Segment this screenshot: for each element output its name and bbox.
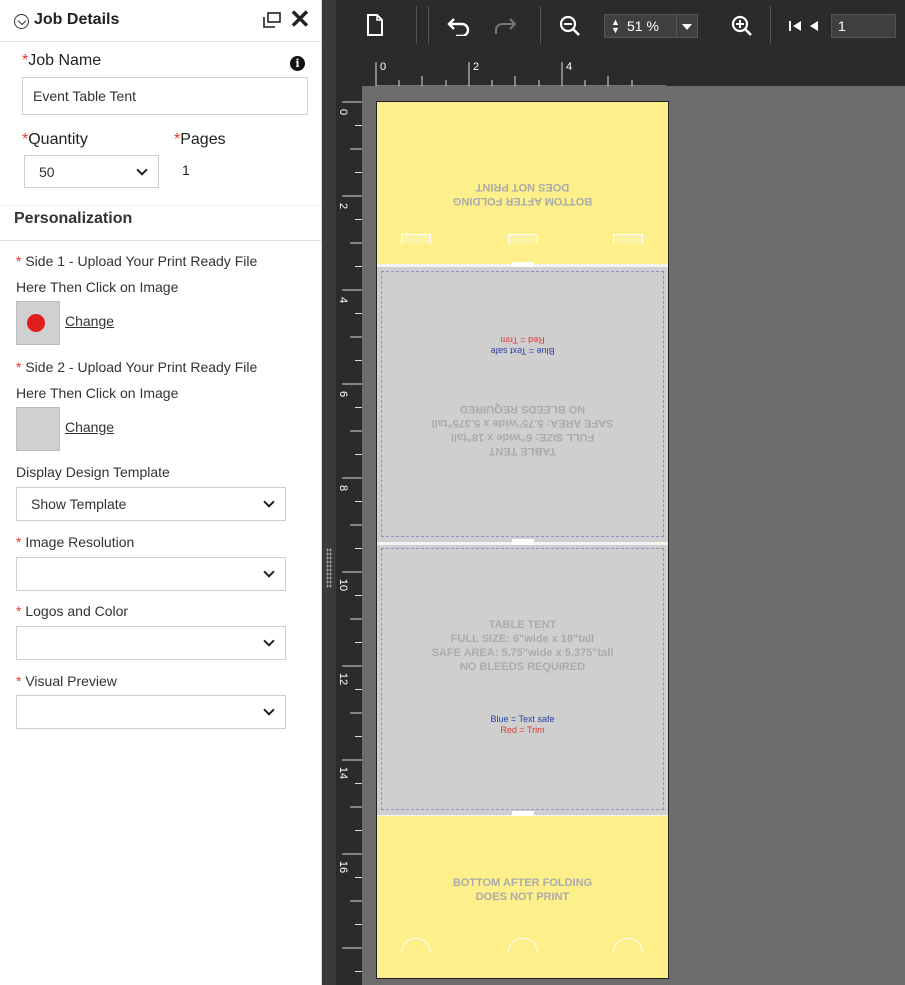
side1-change-link[interactable]: Change [65, 313, 114, 329]
info-icon[interactable]: i [290, 56, 305, 71]
ruler-label: 10 [337, 578, 350, 592]
vertical-ruler: 0 2 4 6 8 10 12 14 16 [336, 86, 362, 985]
divider [428, 6, 429, 44]
quantity-label: *Quantity [22, 131, 88, 148]
pages-label: *Pages [174, 131, 226, 148]
chevron-down-icon [136, 163, 148, 176]
side1-image-thumbnail[interactable] [16, 301, 60, 345]
new-page-icon[interactable] [366, 14, 384, 36]
logos-color-select[interactable] [16, 626, 286, 660]
fold-tab [613, 234, 643, 244]
chevron-down-icon [263, 496, 275, 508]
logos-color-label: * Logos and Color [16, 603, 129, 619]
zoom-value: 51 % [627, 18, 659, 34]
redo-icon[interactable] [492, 16, 518, 36]
ruler-label: 8 [337, 484, 350, 492]
vertical-ruler-ticks [342, 101, 362, 972]
display-template-label: Display Design Template [16, 464, 170, 480]
image-resolution-label: * Image Resolution [16, 534, 135, 550]
horizontal-ruler: 0 2 4 [336, 50, 905, 87]
visual-preview-select[interactable] [16, 695, 286, 729]
job-name-label: *Job Name [22, 52, 102, 69]
editor-toolbar: ▲ ▼ 51 % 1 [336, 0, 905, 50]
divider [0, 240, 322, 241]
side2-change-link[interactable]: Change [65, 419, 114, 435]
back-panel-text: TABLE TENT FULL SIZE: 6"wide x 18"tall S… [431, 403, 614, 457]
chevron-down-icon [263, 566, 275, 578]
prev-page-icon[interactable] [808, 20, 820, 32]
divider [416, 6, 417, 44]
table-tent-template[interactable]: BOTTOM AFTER FOLDING DOES NOT PRINT TABL… [376, 101, 669, 979]
collapse-chevron-icon[interactable] [14, 14, 29, 29]
red-dot-image [27, 314, 45, 332]
zoom-out-icon[interactable] [558, 14, 582, 38]
side1-label-line2: Here Then Click on Image [16, 279, 179, 295]
image-resolution-select[interactable] [16, 557, 286, 591]
pages-value: 1 [182, 162, 190, 178]
display-template-value: Show Template [31, 496, 127, 512]
close-icon[interactable]: ✕ [289, 6, 311, 32]
panel-title: Job Details [34, 11, 120, 28]
side1-label: * Side 1 - Upload Your Print Ready File [16, 253, 258, 269]
undo-icon[interactable] [446, 16, 472, 36]
first-page-icon[interactable] [789, 20, 803, 32]
ruler-label: 14 [337, 766, 350, 780]
ruler-label: 2 [337, 202, 350, 210]
chevron-down-icon [263, 704, 275, 716]
side2-label: * Side 2 - Upload Your Print Ready File [16, 359, 258, 375]
side2-image-thumbnail[interactable] [16, 407, 60, 451]
front-color-notes: Blue = Text safe Red = Trim [490, 714, 555, 735]
divider [540, 6, 541, 44]
ruler-label: 16 [337, 860, 350, 874]
divider [770, 6, 771, 44]
back-color-notes: Blue = Text safe Red = Trim [490, 335, 555, 356]
job-name-value: Event Table Tent [33, 88, 137, 104]
top-fold-text: BOTTOM AFTER FOLDING DOES NOT PRINT [452, 181, 593, 207]
ruler-label: 2 [473, 61, 480, 73]
panel-splitter[interactable] [322, 0, 336, 985]
ruler-label: 0 [337, 108, 350, 116]
display-template-select[interactable]: Show Template [16, 487, 286, 521]
visual-preview-label: * Visual Preview [16, 673, 117, 689]
chevron-down-icon [263, 635, 275, 647]
safe-area-guide [381, 548, 664, 810]
page-number-value: 1 [838, 18, 846, 34]
front-panel-text: TABLE TENT FULL SIZE: 6"wide x 18"tall S… [431, 619, 614, 673]
ruler-label: 6 [337, 390, 350, 398]
ruler-label: 4 [337, 296, 350, 304]
ruler-label: 4 [566, 61, 573, 73]
panel-header: Job Details ✕ [0, 0, 322, 42]
job-name-input[interactable]: Event Table Tent [22, 77, 308, 115]
zoom-dropdown-button[interactable] [676, 14, 698, 38]
ruler-label: 0 [380, 61, 387, 73]
quantity-select[interactable]: 50 [24, 155, 159, 188]
horizontal-ruler-ticks [375, 62, 666, 87]
fold-tab [508, 234, 538, 244]
drag-handle-icon[interactable] [326, 548, 332, 588]
personalization-title: Personalization [14, 210, 133, 227]
side2-label-line2: Here Then Click on Image [16, 385, 179, 401]
popout-icon[interactable] [263, 12, 281, 28]
bottom-fold-text: BOTTOM AFTER FOLDING DOES NOT PRINT [452, 877, 593, 903]
zoom-in-icon[interactable] [730, 14, 754, 38]
fold-tab [401, 234, 431, 244]
ruler-label: 12 [337, 672, 350, 686]
page-number-input[interactable]: 1 [831, 14, 896, 38]
job-details-panel: Job Details ✕ *Job Name i Event Table Te… [0, 0, 322, 985]
spinner-icon[interactable]: ▲ ▼ [611, 18, 620, 35]
quantity-value: 50 [39, 163, 55, 180]
divider [0, 205, 322, 206]
